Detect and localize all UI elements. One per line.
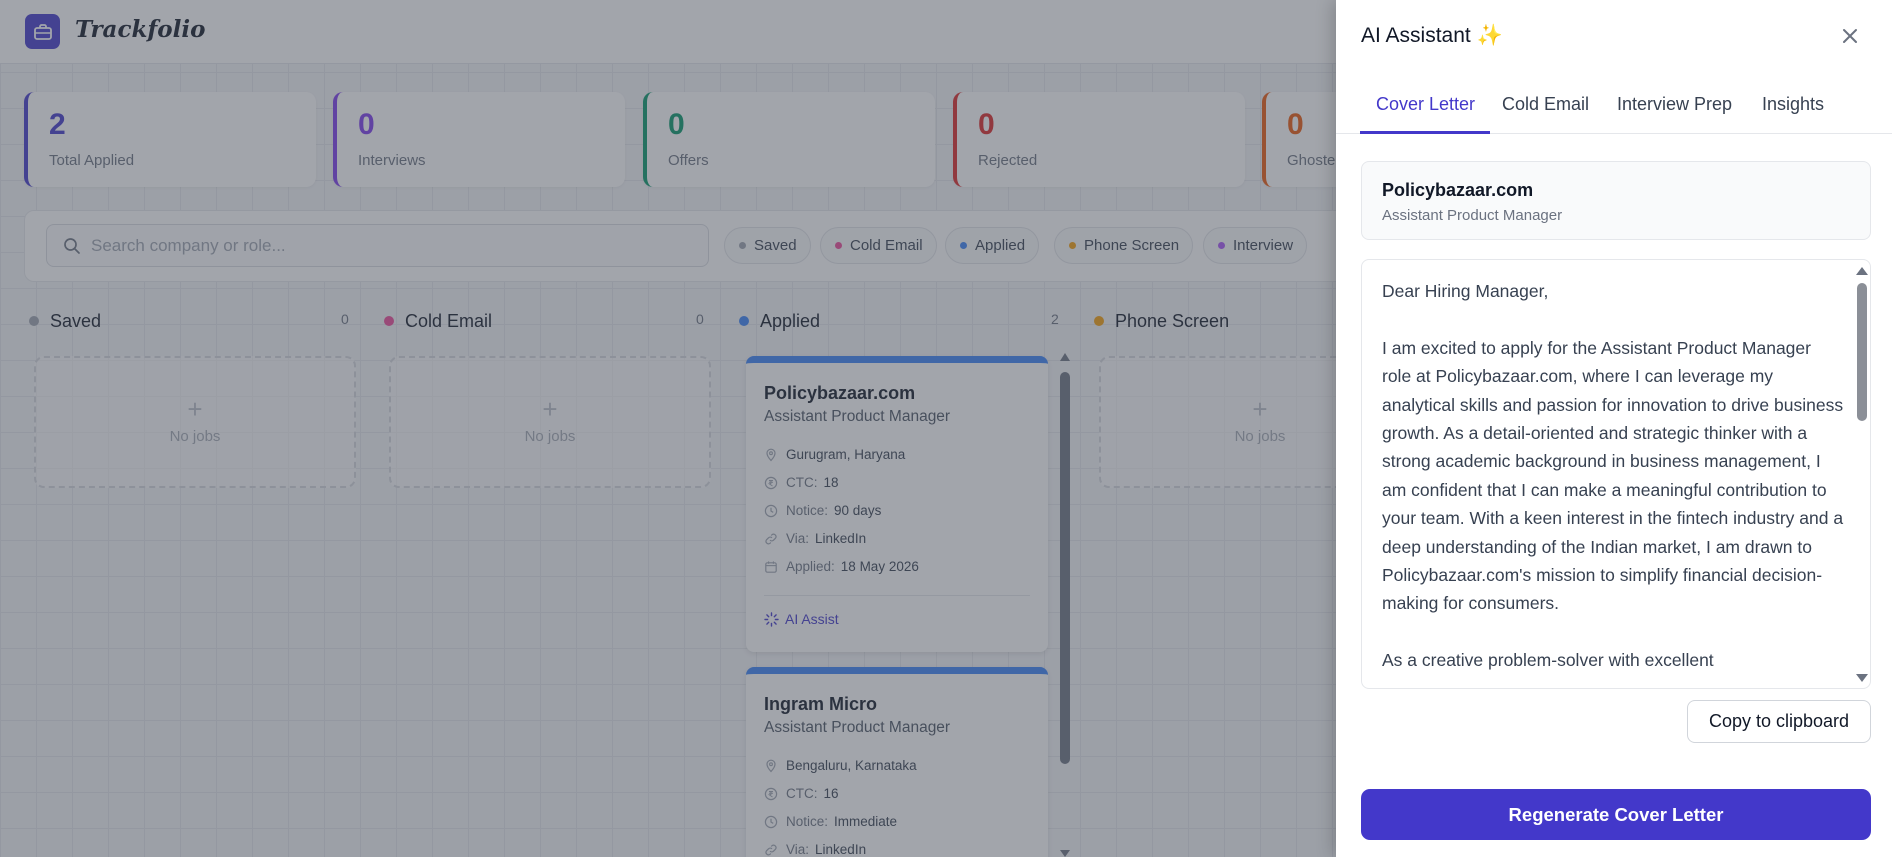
letter-scroll-down-icon[interactable] [1856,674,1868,682]
letter-paragraph: I am excited to apply for the Assistant … [1382,337,1844,614]
copy-to-clipboard-button[interactable]: Copy to clipboard [1687,700,1871,743]
modal-backdrop[interactable] [0,0,1336,857]
tab-cold-email[interactable]: Cold Email [1502,94,1589,115]
job-company: Policybazaar.com [1382,180,1534,200]
letter-scroll-up-icon[interactable] [1856,267,1868,275]
cover-letter-text: Dear Hiring Manager, I am excited to app… [1382,277,1844,688]
job-role: Assistant Product Manager [1382,207,1563,224]
close-icon[interactable] [1837,23,1863,49]
letter-paragraph: As a creative problem-solver with excell… [1382,650,1714,671]
panel-tabs: Cover Letter Cold Email Interview Prep I… [1336,80,1892,134]
letter-scrollbar-thumb[interactable] [1857,283,1867,421]
tab-interview-prep[interactable]: Interview Prep [1617,94,1732,115]
tab-cover-letter[interactable]: Cover Letter [1376,94,1475,115]
tab-insights[interactable]: Insights [1762,94,1824,115]
regenerate-cover-letter-button[interactable]: Regenerate Cover Letter [1361,789,1871,840]
letter-greeting: Dear Hiring Manager, [1382,281,1549,301]
selected-job-summary: Policybazaar.com Assistant Product Manag… [1361,161,1871,240]
active-tab-indicator [1360,131,1490,134]
cover-letter-textarea[interactable]: Dear Hiring Manager, I am excited to app… [1361,259,1871,689]
panel-title: AI Assistant ✨ [1361,24,1503,47]
